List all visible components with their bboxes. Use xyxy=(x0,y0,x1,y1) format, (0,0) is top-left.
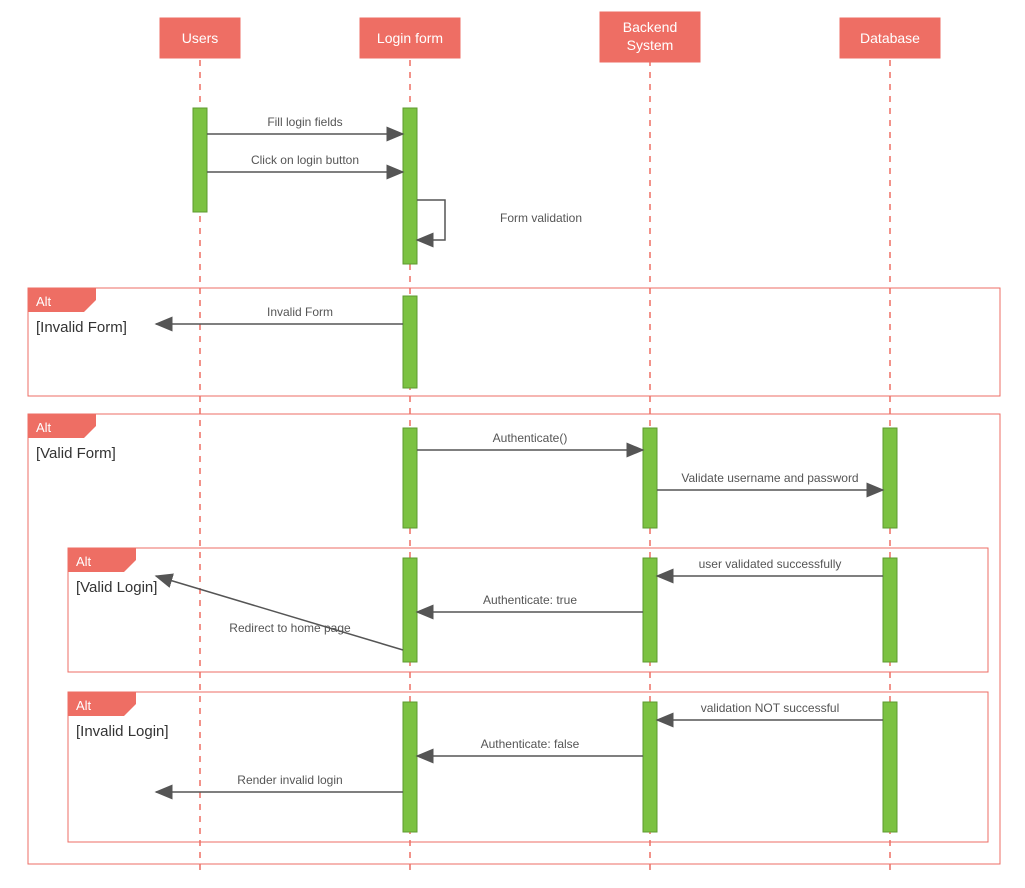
bar-login-1 xyxy=(403,108,417,264)
bar-backend-1 xyxy=(643,428,657,528)
sequence-diagram: Users Login form Backend System Database… xyxy=(0,0,1025,888)
bar-users-1 xyxy=(193,108,207,212)
alt-tab-2-label: Alt xyxy=(36,420,52,435)
msg-self-formval xyxy=(417,200,445,240)
actor-backend-label-1: Backend xyxy=(623,19,677,35)
msg-redirect-label: Redirect to home page xyxy=(229,621,351,635)
bar-db-2 xyxy=(883,558,897,662)
actor-backend-label-2: System xyxy=(627,37,674,53)
bar-login-4 xyxy=(403,558,417,662)
msg-formval-label: Form validation xyxy=(500,211,582,225)
bar-login-3 xyxy=(403,428,417,528)
bar-db-1 xyxy=(883,428,897,528)
msg-badval-label: validation NOT successful xyxy=(701,701,840,715)
msg-click-label: Click on login button xyxy=(251,153,359,167)
bar-login-2 xyxy=(403,296,417,388)
alt-cond-invalidlogin: [Invalid Login] xyxy=(76,723,169,740)
alt-tab-4-label: Alt xyxy=(76,698,92,713)
alt-cond-validform: [Valid Form] xyxy=(36,445,116,462)
actor-users-label: Users xyxy=(182,30,219,46)
alt-tab-1-label: Alt xyxy=(36,294,52,309)
actor-login-label: Login form xyxy=(377,30,443,46)
msg-auth-label: Authenticate() xyxy=(493,431,568,445)
altbox-invalidlogin xyxy=(68,692,988,842)
alt-tab-3-label: Alt xyxy=(76,554,92,569)
alt-cond-validlogin: [Valid Login] xyxy=(76,579,157,596)
msg-render-label: Render invalid login xyxy=(237,773,342,787)
msg-okval-label: user validated successfully xyxy=(699,557,842,571)
msg-fill-label: Fill login fields xyxy=(267,115,342,129)
msg-redirect xyxy=(156,576,403,650)
msg-authfalse-label: Authenticate: false xyxy=(481,737,580,751)
msg-validup-label: Validate username and password xyxy=(681,471,858,485)
altbox-validlogin xyxy=(68,548,988,672)
actor-db-label: Database xyxy=(860,30,920,46)
alt-cond-invalidform: [Invalid Form] xyxy=(36,319,127,336)
bar-login-5 xyxy=(403,702,417,832)
msg-authtrue-label: Authenticate: true xyxy=(483,593,577,607)
altbox-invalidform xyxy=(28,288,1000,396)
msg-invalid-label: Invalid Form xyxy=(267,305,333,319)
bar-db-3 xyxy=(883,702,897,832)
bar-backend-3 xyxy=(643,702,657,832)
bar-backend-2 xyxy=(643,558,657,662)
